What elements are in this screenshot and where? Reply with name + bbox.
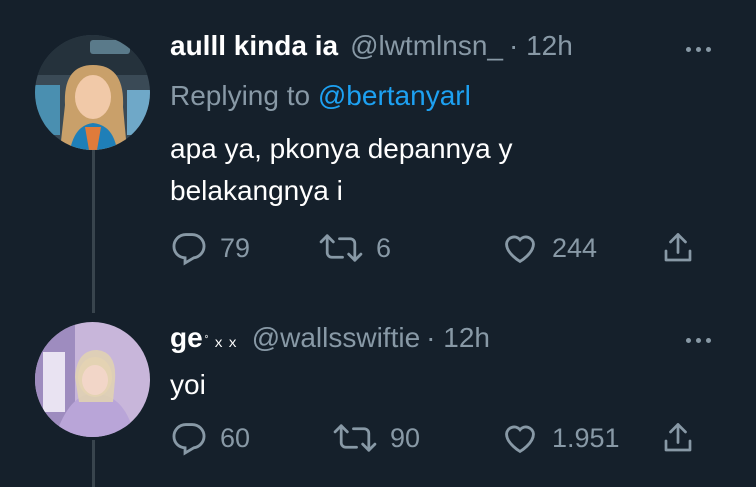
like-icon <box>505 235 535 264</box>
display-name[interactable]: ge <box>170 322 203 354</box>
tweet-header: aulll kinda ia @lwtmlnsn_ · 12h <box>170 30 573 62</box>
like-icon <box>505 425 535 454</box>
user-handle[interactable]: @wallsswiftie <box>252 322 420 354</box>
mention-link[interactable]: @bertanyarl <box>318 80 471 111</box>
user-handle[interactable]: @lwtmlnsn_ <box>350 30 503 62</box>
like-count: 244 <box>552 232 598 263</box>
tweet-text: apa ya, pkonya depannya y belakangnya i <box>170 128 512 212</box>
more-icon[interactable] <box>686 47 711 52</box>
more-icon[interactable] <box>686 338 711 343</box>
timestamp[interactable]: · 12h <box>509 30 573 62</box>
retweet-icon <box>319 234 363 262</box>
reply-icon <box>172 423 206 456</box>
retweet-button[interactable]: 6 <box>318 229 391 267</box>
tweet-text: yoi <box>170 364 206 406</box>
reply-button[interactable]: 79 <box>170 229 250 267</box>
reply-button[interactable]: 60 <box>170 419 250 457</box>
tweet-actions: 79 6 244 <box>170 229 716 269</box>
name-emoji: ﾟｘｘ <box>204 334 240 350</box>
timestamp[interactable]: · 12h <box>426 322 490 354</box>
share-icon <box>664 423 692 452</box>
like-button[interactable]: 1.951 <box>500 419 620 457</box>
retweet-count: 90 <box>390 422 421 453</box>
retweet-icon <box>333 424 377 452</box>
share-icon <box>664 233 692 262</box>
tweet-header: ge ﾟｘｘ @wallsswiftie · 12h <box>170 322 490 358</box>
tweet-text-line: yoi <box>170 369 206 400</box>
thread-line-lower <box>92 440 95 487</box>
reply-count: 60 <box>220 422 251 453</box>
tweet-text-line: belakangnya i <box>170 175 343 206</box>
reply-count: 79 <box>220 232 251 263</box>
share-button[interactable] <box>660 419 696 457</box>
replying-to: Replying to @bertanyarl <box>170 80 471 112</box>
thread-line-upper <box>92 148 95 313</box>
tweet-text-line: apa ya, pkonya depannya y <box>170 133 513 164</box>
share-button[interactable] <box>660 229 696 267</box>
replying-to-label: Replying to <box>170 80 311 111</box>
like-button[interactable]: 244 <box>500 229 597 267</box>
retweet-button[interactable]: 90 <box>332 419 420 457</box>
tweet-actions: 60 90 1.951 <box>170 419 716 459</box>
avatar[interactable] <box>35 322 150 437</box>
retweet-count: 6 <box>376 232 392 263</box>
reply-icon <box>172 233 206 266</box>
display-name[interactable]: aulll kinda ia <box>170 30 338 62</box>
avatar[interactable] <box>35 35 150 150</box>
like-count: 1.951 <box>552 422 620 453</box>
